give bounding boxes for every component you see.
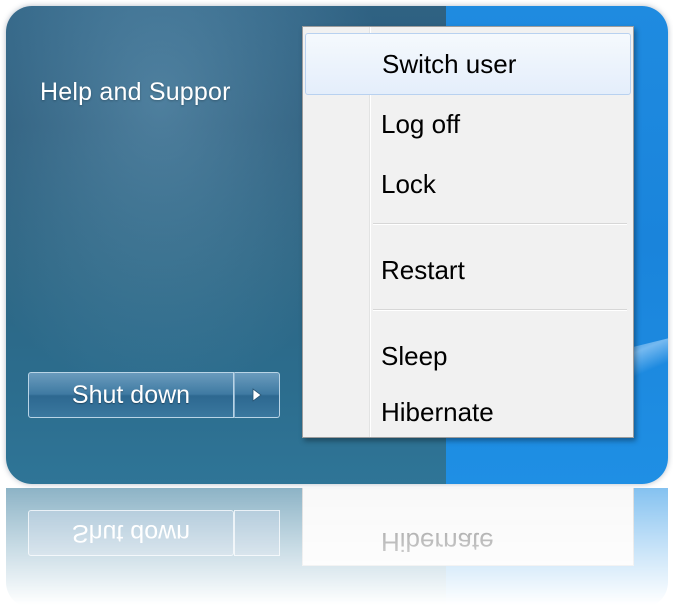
screenshot-stage: Help and Suppor Shut down Switch user Lo…	[0, 0, 673, 605]
menu-separator	[373, 223, 627, 225]
menu-item-restart[interactable]: Restart	[305, 239, 631, 301]
reflection-menu: Hibernate	[302, 488, 634, 566]
scene: Help and Suppor Shut down Switch user Lo…	[6, 6, 668, 484]
shutdown-button[interactable]: Shut down	[28, 372, 234, 418]
reflection-content: Shut down Hibernate	[6, 488, 668, 605]
reflection: Shut down Hibernate	[6, 488, 668, 605]
menu-item-label: Log off	[381, 108, 461, 139]
triangle-right-icon	[252, 388, 262, 402]
menu-item-label: Hibernate	[381, 396, 494, 427]
menu-item-sleep[interactable]: Sleep	[305, 325, 631, 387]
help-and-support-item[interactable]: Help and Suppor	[40, 78, 231, 107]
shutdown-options-button[interactable]	[234, 372, 280, 418]
menu-item-label: Restart	[381, 254, 465, 285]
menu-item-label: Sleep	[381, 340, 448, 371]
reflection-arrow-button	[234, 510, 280, 556]
menu-item-label: Switch user	[382, 48, 517, 79]
menu-item-switch-user[interactable]: Switch user	[305, 33, 631, 95]
power-options-menu: Switch user Log off Lock Restart Sleep H…	[302, 26, 634, 438]
reflection-menu-label: Hibernate	[381, 527, 494, 557]
menu-item-log-off[interactable]: Log off	[305, 93, 631, 155]
menu-item-label: Lock	[381, 168, 436, 199]
menu-item-lock[interactable]: Lock	[305, 153, 631, 215]
screenshot-card: Help and Suppor Shut down Switch user Lo…	[6, 6, 668, 484]
shutdown-button-group: Shut down	[28, 372, 280, 420]
menu-separator	[373, 309, 627, 311]
menu-item-hibernate[interactable]: Hibernate	[305, 381, 631, 443]
reflection-shutdown-button: Shut down	[28, 510, 234, 556]
